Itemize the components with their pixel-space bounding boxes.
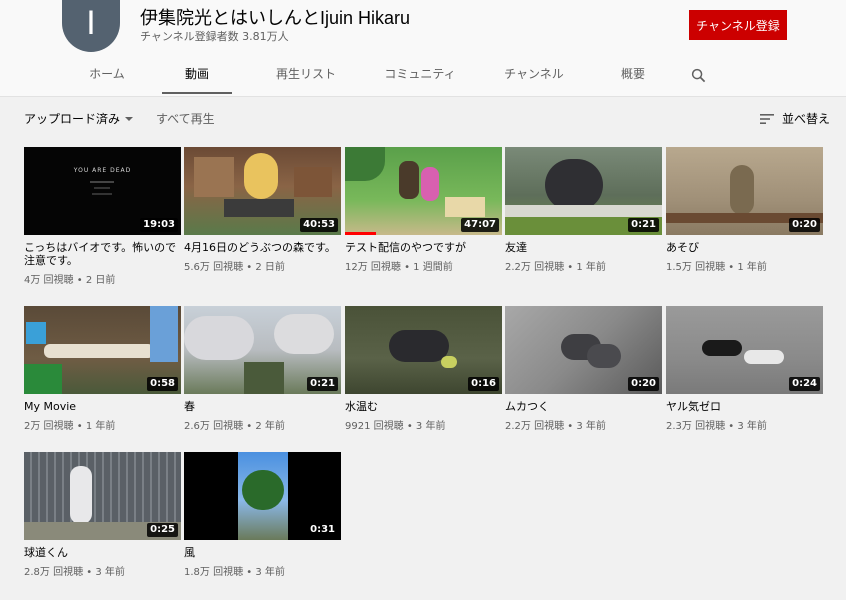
video-card[interactable]: 40:53 4月16日のどうぶつの森です。 5.6万 回視聴 • 2 日前: [184, 147, 341, 273]
video-thumbnail[interactable]: 0:16: [345, 306, 502, 394]
video-card[interactable]: YOU ARE DEAD 19:03 こっちはバイオです。怖いので注意です。 4…: [24, 147, 181, 286]
tab-about[interactable]: 概要: [598, 56, 668, 94]
video-meta: 1.5万 回視聴 • 1 年前: [666, 262, 767, 273]
video-thumbnail[interactable]: 0:25: [24, 452, 181, 540]
video-meta: 1.8万 回視聴 • 3 年前: [184, 567, 285, 578]
video-thumbnail[interactable]: YOU ARE DEAD 19:03: [24, 147, 181, 235]
tab-playlists[interactable]: 再生リスト: [242, 56, 370, 94]
video-duration: 0:31: [307, 523, 338, 537]
watch-progress-bar: [345, 232, 377, 235]
video-meta: 2.3万 回視聴 • 3 年前: [666, 421, 767, 432]
video-thumbnail[interactable]: 0:21: [505, 147, 662, 235]
video-duration: 40:53: [300, 218, 338, 232]
video-duration: 47:07: [461, 218, 499, 232]
video-thumbnail[interactable]: 0:21: [184, 306, 341, 394]
video-duration: 0:24: [789, 377, 820, 391]
video-duration: 0:21: [307, 377, 338, 391]
video-duration: 0:21: [628, 218, 659, 232]
video-card[interactable]: 0:20 あそび 1.5万 回視聴 • 1 年前: [666, 147, 823, 273]
video-title[interactable]: 4月16日のどうぶつの森です。: [184, 241, 341, 254]
subscriber-count: チャンネル登録者数 3.81万人: [140, 30, 289, 43]
video-duration: 0:58: [147, 377, 178, 391]
video-thumbnail[interactable]: 0:24: [666, 306, 823, 394]
upload-filter-dropdown[interactable]: アップロード済み: [24, 110, 134, 127]
video-duration: 19:03: [140, 218, 178, 232]
video-card[interactable]: 0:24 ヤル気ゼロ 2.3万 回視聴 • 3 年前: [666, 306, 823, 432]
video-title[interactable]: 水温む: [345, 400, 502, 413]
video-title[interactable]: ヤル気ゼロ: [666, 400, 823, 413]
video-meta: 2.2万 回視聴 • 3 年前: [505, 421, 606, 432]
video-title[interactable]: あそび: [666, 241, 823, 254]
video-title[interactable]: ムカつく: [505, 400, 662, 413]
video-meta: 5.6万 回視聴 • 2 日前: [184, 262, 285, 273]
video-meta: 2万 回視聴 • 1 年前: [24, 421, 116, 432]
video-duration: 0:20: [789, 218, 820, 232]
video-title[interactable]: My Movie: [24, 400, 181, 413]
video-thumbnail[interactable]: 47:07: [345, 147, 502, 235]
thumbnail-caption: YOU ARE DEAD: [73, 167, 132, 174]
channel-header: I 伊集院光とはいしんとIjuin Hikaru チャンネル登録者数 3.81万…: [0, 0, 846, 97]
video-card[interactable]: 0:31 風 1.8万 回視聴 • 3 年前: [184, 452, 341, 578]
video-thumbnail[interactable]: 0:58: [24, 306, 181, 394]
tab-community[interactable]: コミュニティ: [370, 56, 470, 94]
video-card[interactable]: 0:58 My Movie 2万 回視聴 • 1 年前: [24, 306, 181, 432]
video-title[interactable]: 友達: [505, 241, 662, 254]
video-title[interactable]: こっちはバイオです。怖いので注意です。: [24, 241, 181, 267]
video-thumbnail[interactable]: 0:20: [666, 147, 823, 235]
video-meta: 2.2万 回視聴 • 1 年前: [505, 262, 606, 273]
video-card[interactable]: 0:20 ムカつく 2.2万 回視聴 • 3 年前: [505, 306, 662, 432]
video-duration: 0:20: [628, 377, 659, 391]
video-thumbnail[interactable]: 0:20: [505, 306, 662, 394]
tab-channels[interactable]: チャンネル: [470, 56, 598, 94]
channel-search-button[interactable]: [668, 56, 728, 94]
video-meta: 2.6万 回視聴 • 2 年前: [184, 421, 285, 432]
video-card[interactable]: 0:21 春 2.6万 回視聴 • 2 年前: [184, 306, 341, 432]
search-icon: [691, 68, 705, 82]
video-duration: 0:16: [468, 377, 499, 391]
tab-home[interactable]: ホーム: [62, 56, 152, 94]
sort-icon: [760, 113, 774, 124]
video-title[interactable]: 風: [184, 546, 341, 559]
channel-name: 伊集院光とはいしんとIjuin Hikaru: [140, 8, 411, 28]
video-card[interactable]: 0:16 水温む 9921 回視聴 • 3 年前: [345, 306, 502, 432]
sort-label: 並べ替え: [782, 112, 831, 126]
video-thumbnail[interactable]: 0:31: [184, 452, 341, 540]
video-title[interactable]: テスト配信のやつですが: [345, 241, 502, 254]
video-meta: 12万 回視聴 • 1 週間前: [345, 262, 453, 273]
caret-down-icon: [125, 116, 134, 121]
video-card[interactable]: 0:21 友達 2.2万 回視聴 • 1 年前: [505, 147, 662, 273]
play-all-button[interactable]: すべて再生: [156, 110, 215, 127]
video-card[interactable]: 47:07 テスト配信のやつですが 12万 回視聴 • 1 週間前: [345, 147, 502, 273]
channel-avatar[interactable]: I: [62, 0, 120, 52]
channel-tabs: ホーム 動画 再生リスト コミュニティ チャンネル 概要: [62, 56, 728, 94]
upload-filter-label: アップロード済み: [24, 112, 121, 126]
video-meta: 9921 回視聴 • 3 年前: [345, 421, 446, 432]
video-title[interactable]: 球道くん: [24, 546, 181, 559]
video-meta: 2.8万 回視聴 • 3 年前: [24, 567, 125, 578]
video-title[interactable]: 春: [184, 400, 341, 413]
video-meta: 4万 回視聴 • 2 日前: [24, 275, 116, 286]
subscribe-button[interactable]: チャンネル登録: [689, 10, 787, 40]
video-duration: 0:25: [147, 523, 178, 537]
sort-button[interactable]: 並べ替え: [760, 110, 830, 127]
tab-videos[interactable]: 動画: [152, 56, 242, 94]
video-card[interactable]: 0:25 球道くん 2.8万 回視聴 • 3 年前: [24, 452, 181, 578]
video-thumbnail[interactable]: 40:53: [184, 147, 341, 235]
